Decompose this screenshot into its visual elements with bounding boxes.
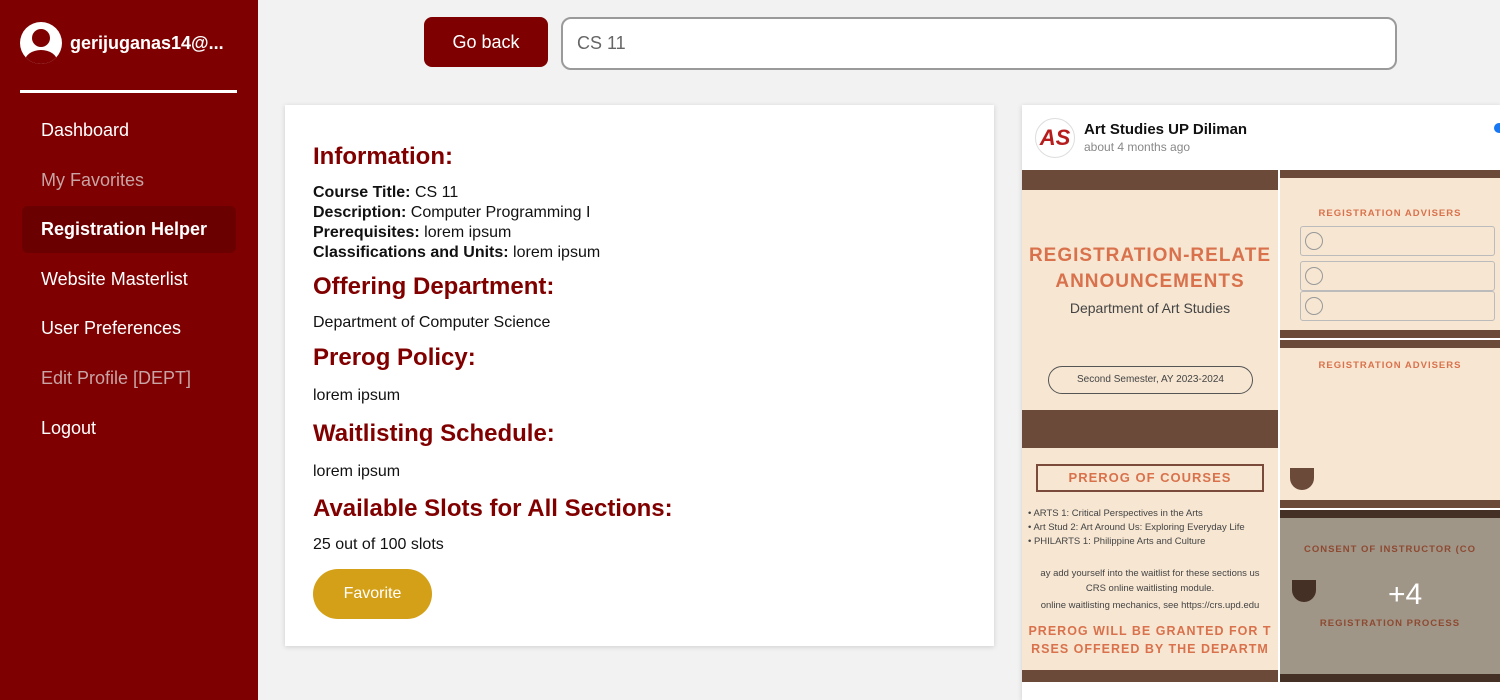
course-line-1: • ARTS 1: Critical Perspectives in the A… <box>1028 508 1203 519</box>
sidebar-divider <box>20 90 237 93</box>
facebook-post-card: AS Art Studies UP Diliman about 4 months… <box>1022 105 1500 700</box>
sidebar-item-user-preferences[interactable]: User Preferences <box>22 305 236 352</box>
offering-department-heading: Offering Department: <box>313 273 555 300</box>
description-value: Computer Programming I <box>406 204 591 221</box>
waitlisting-schedule-value: lorem ipsum <box>313 463 401 480</box>
prerog-policy-value: lorem ipsum <box>313 387 401 404</box>
classifications-line: Classifications and Units: lorem ipsum <box>313 243 600 263</box>
post-image-tile-more[interactable]: CONSENT OF INSTRUCTOR (CO REGISTRATION P… <box>1280 510 1500 682</box>
prerequisites-line: Prerequisites: lorem ipsum <box>313 223 511 243</box>
information-heading: Information: <box>313 143 453 170</box>
course-title-value: CS 11 <box>410 184 459 201</box>
user-profile[interactable]: gerijuganas14@... <box>20 22 224 64</box>
available-slots-heading: Available Slots for All Sections: <box>313 495 673 522</box>
description-label: Description: <box>313 204 407 221</box>
sidebar-item-edit-profile[interactable]: Edit Profile [DEPT] <box>22 355 236 402</box>
offering-department-value: Department of Computer Science <box>313 314 551 331</box>
sidebar: gerijuganas14@... Dashboard My Favorites… <box>0 0 258 700</box>
announcement-dept: Department of Art Studies <box>1069 300 1231 316</box>
semester-pill: Second Semester, AY 2023-2024 <box>1048 366 1253 394</box>
waitlist-line-2: CRS online waitlisting module. <box>1085 583 1215 594</box>
post-page-name[interactable]: Art Studies UP Diliman <box>1084 121 1247 138</box>
post-image-tile[interactable]: REGISTRATION ADVISERS <box>1280 170 1500 338</box>
waitlist-line-3: online waitlisting mechanics, see https:… <box>1040 600 1260 611</box>
available-slots-value: 25 out of 100 slots <box>313 536 444 553</box>
follow-icon[interactable] <box>1494 123 1500 133</box>
prerog-courses-title: PREROG OF COURSES <box>1036 464 1264 492</box>
waitlisting-schedule-heading: Waitlisting Schedule: <box>313 420 555 447</box>
page-logo-icon[interactable]: AS <box>1035 118 1075 158</box>
sidebar-item-website-masterlist[interactable]: Website Masterlist <box>22 256 236 303</box>
granted-line-2: RSES OFFERED BY THE DEPARTM <box>1031 642 1269 656</box>
course-line-3: • PHILARTS 1: Philippine Arts and Cultur… <box>1028 536 1206 547</box>
announcement-panel: REGISTRATION-RELATE ANNOUNCEMENTS Depart… <box>1022 190 1278 410</box>
classifications-label: Classifications and Units: <box>313 244 509 261</box>
tile-heading: REGISTRATION ADVISERS <box>1318 208 1462 219</box>
post-image-tile[interactable]: REGISTRATION ADVISERS <box>1280 340 1500 508</box>
course-search-input[interactable] <box>561 17 1397 70</box>
sidebar-item-dashboard[interactable]: Dashboard <box>22 107 236 154</box>
post-timestamp[interactable]: about 4 months ago <box>1084 140 1190 154</box>
granted-line-1: PREROG WILL BE GRANTED FOR T <box>1028 624 1272 638</box>
avatar-icon <box>20 22 62 64</box>
course-title-line: Course Title: CS 11 <box>313 183 458 203</box>
user-name: gerijuganas14@... <box>70 32 224 53</box>
post-main-image[interactable]: REGISTRATION-RELATE ANNOUNCEMENTS Depart… <box>1022 170 1278 682</box>
prerog-panel: PREROG OF COURSES • ARTS 1: Critical Per… <box>1022 448 1278 670</box>
sidebar-item-my-favorites[interactable]: My Favorites <box>22 157 236 204</box>
course-line-2: • Art Stud 2: Art Around Us: Exploring E… <box>1028 522 1245 533</box>
classifications-value: lorem ipsum <box>508 244 601 261</box>
more-images-count: +4 <box>1388 578 1423 611</box>
course-info-card: Information: Course Title: CS 11 Descrip… <box>285 105 994 646</box>
prerog-policy-heading: Prerog Policy: <box>313 344 476 371</box>
course-title-label: Course Title: <box>313 184 411 201</box>
announcement-title-2: ANNOUNCEMENTS <box>1055 271 1245 292</box>
plant-icon <box>1290 468 1314 490</box>
description-line: Description: Computer Programming I <box>313 203 590 223</box>
waitlist-line-1: ay add yourself into the waitlist for th… <box>1040 568 1260 579</box>
prerequisites-label: Prerequisites: <box>313 224 420 241</box>
tile-heading: REGISTRATION ADVISERS <box>1318 360 1462 371</box>
prerequisites-value: lorem ipsum <box>419 224 512 241</box>
go-back-button[interactable]: Go back <box>424 17 548 67</box>
sidebar-nav: Dashboard My Favorites Registration Help… <box>22 107 236 454</box>
favorite-button[interactable]: Favorite <box>313 569 432 619</box>
sidebar-item-logout[interactable]: Logout <box>22 405 236 452</box>
sidebar-item-registration-helper[interactable]: Registration Helper <box>22 206 236 254</box>
announcement-title-1: REGISTRATION-RELATE <box>1028 245 1272 266</box>
